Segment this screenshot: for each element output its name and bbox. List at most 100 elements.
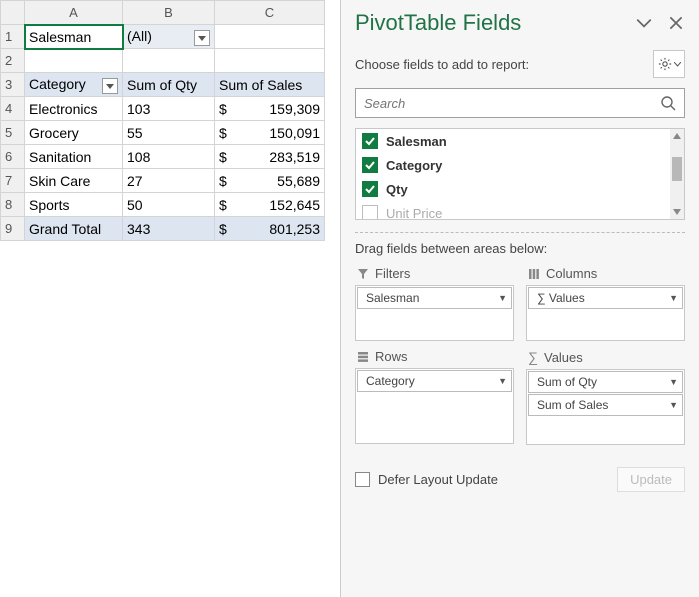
cell[interactable]: 50 (123, 193, 215, 217)
row-header[interactable]: 4 (1, 97, 25, 121)
drag-label: Drag fields between areas below: (355, 241, 685, 256)
values-area: ∑ Values Sum of Qty ▼ Sum of Sales▼ (526, 349, 685, 445)
cell[interactable]: Electronics (25, 97, 123, 121)
chevron-down-icon[interactable]: ▼ (498, 293, 507, 303)
filters-drop-area[interactable]: Salesman▼ (355, 285, 514, 341)
row-header[interactable]: 7 (1, 169, 25, 193)
defer-layout-checkbox[interactable]: Defer Layout Update (355, 472, 498, 487)
cell[interactable] (123, 49, 215, 73)
tools-button[interactable] (653, 50, 685, 78)
cell[interactable]: 55 (123, 121, 215, 145)
cell[interactable]: $55,689 (215, 169, 325, 193)
field-name: Category (386, 158, 442, 173)
field-row[interactable]: Category (356, 153, 684, 177)
field-item[interactable]: Sum of Sales▼ (528, 394, 683, 416)
search-icon (660, 95, 676, 111)
grid[interactable]: A B C 1 Salesman (All) 2 3 Category Sum … (0, 0, 325, 241)
area-title: Values (544, 350, 583, 365)
chevron-down-icon[interactable]: ▼ (669, 400, 678, 410)
cell[interactable]: 27 (123, 169, 215, 193)
currency: $ (219, 101, 227, 117)
spreadsheet-area: A B C 1 Salesman (All) 2 3 Category Sum … (0, 0, 340, 597)
pivot-header-sales[interactable]: Sum of Sales (215, 73, 325, 97)
cell[interactable]: 108 (123, 145, 215, 169)
pivot-header-category[interactable]: Category (25, 73, 123, 97)
chevron-down-icon[interactable]: ▼ (498, 376, 507, 386)
pivot-header-qty[interactable]: Sum of Qty (123, 73, 215, 97)
header-text: Category (29, 76, 86, 92)
field-item[interactable]: Salesman▼ (357, 287, 512, 309)
cell[interactable]: Sanitation (25, 145, 123, 169)
category-dropdown-icon[interactable] (102, 78, 118, 94)
checkbox-unchecked-icon[interactable] (355, 472, 370, 487)
row-header[interactable]: 8 (1, 193, 25, 217)
cell[interactable]: $283,519 (215, 145, 325, 169)
filter-value-cell[interactable]: (All) (123, 25, 215, 49)
row-header[interactable]: 6 (1, 145, 25, 169)
col-header-c[interactable]: C (215, 1, 325, 25)
scroll-down-icon[interactable] (670, 205, 684, 219)
panel-title: PivotTable Fields (355, 10, 521, 36)
rows-drop-area[interactable]: Category▼ (355, 368, 514, 444)
col-header-b[interactable]: B (123, 1, 215, 25)
chevron-down-icon[interactable]: ▼ (669, 377, 678, 387)
cell[interactable] (215, 49, 325, 73)
currency: $ (219, 149, 227, 165)
grand-total-label[interactable]: Grand Total (25, 217, 123, 241)
filter-field-cell[interactable]: Salesman (25, 25, 123, 49)
cell[interactable] (25, 49, 123, 73)
checkbox-checked-icon[interactable] (362, 157, 378, 173)
amount: 150,091 (269, 125, 320, 141)
cell[interactable]: $152,645 (215, 193, 325, 217)
columns-icon (528, 268, 540, 280)
rows-area: Rows Category▼ (355, 349, 514, 445)
field-item[interactable]: Category▼ (357, 370, 512, 392)
choose-fields-label: Choose fields to add to report: (355, 57, 529, 72)
filter-dropdown-icon[interactable] (194, 30, 210, 46)
amount: 283,519 (269, 149, 320, 165)
currency: $ (219, 125, 227, 141)
collapse-icon[interactable] (635, 14, 653, 32)
col-header-a[interactable]: A (25, 1, 123, 25)
field-row[interactable]: Unit Price (356, 201, 684, 220)
field-list[interactable]: Salesman Category Qty Unit Price (355, 128, 685, 220)
search-box[interactable] (355, 88, 685, 118)
cell[interactable]: 103 (123, 97, 215, 121)
scrollbar[interactable] (670, 129, 684, 219)
corner-cell[interactable] (1, 1, 25, 25)
update-button[interactable]: Update (617, 467, 685, 492)
chevron-down-icon[interactable]: ▼ (669, 293, 678, 303)
field-item-label: Sum of Qty (537, 375, 597, 389)
field-item[interactable]: Sum of Qty ▼ (528, 371, 683, 393)
grand-total-sales[interactable]: $801,253 (215, 217, 325, 241)
row-header[interactable]: 3 (1, 73, 25, 97)
cell[interactable]: Skin Care (25, 169, 123, 193)
columns-area: Columns ∑ Values▼ (526, 266, 685, 341)
cell[interactable]: Grocery (25, 121, 123, 145)
cell[interactable] (215, 25, 325, 49)
columns-drop-area[interactable]: ∑ Values▼ (526, 285, 685, 341)
field-row[interactable]: Qty (356, 177, 684, 201)
sigma-icon: ∑ (528, 349, 538, 365)
cell[interactable]: Sports (25, 193, 123, 217)
row-header[interactable]: 2 (1, 49, 25, 73)
close-icon[interactable] (667, 14, 685, 32)
scroll-thumb[interactable] (672, 157, 682, 181)
grand-total-qty[interactable]: 343 (123, 217, 215, 241)
divider (355, 232, 685, 233)
row-header[interactable]: 9 (1, 217, 25, 241)
checkbox-checked-icon[interactable] (362, 133, 378, 149)
field-item[interactable]: ∑ Values▼ (528, 287, 683, 309)
checkbox-checked-icon[interactable] (362, 181, 378, 197)
scroll-up-icon[interactable] (670, 129, 684, 143)
search-input[interactable] (364, 96, 660, 111)
checkbox-unchecked-icon[interactable] (362, 205, 378, 220)
field-row[interactable]: Salesman (356, 129, 684, 153)
row-header[interactable]: 1 (1, 25, 25, 49)
rows-icon (357, 351, 369, 363)
cell[interactable]: $150,091 (215, 121, 325, 145)
values-drop-area[interactable]: Sum of Qty ▼ Sum of Sales▼ (526, 369, 685, 445)
field-name: Unit Price (386, 206, 442, 221)
row-header[interactable]: 5 (1, 121, 25, 145)
cell[interactable]: $159,309 (215, 97, 325, 121)
